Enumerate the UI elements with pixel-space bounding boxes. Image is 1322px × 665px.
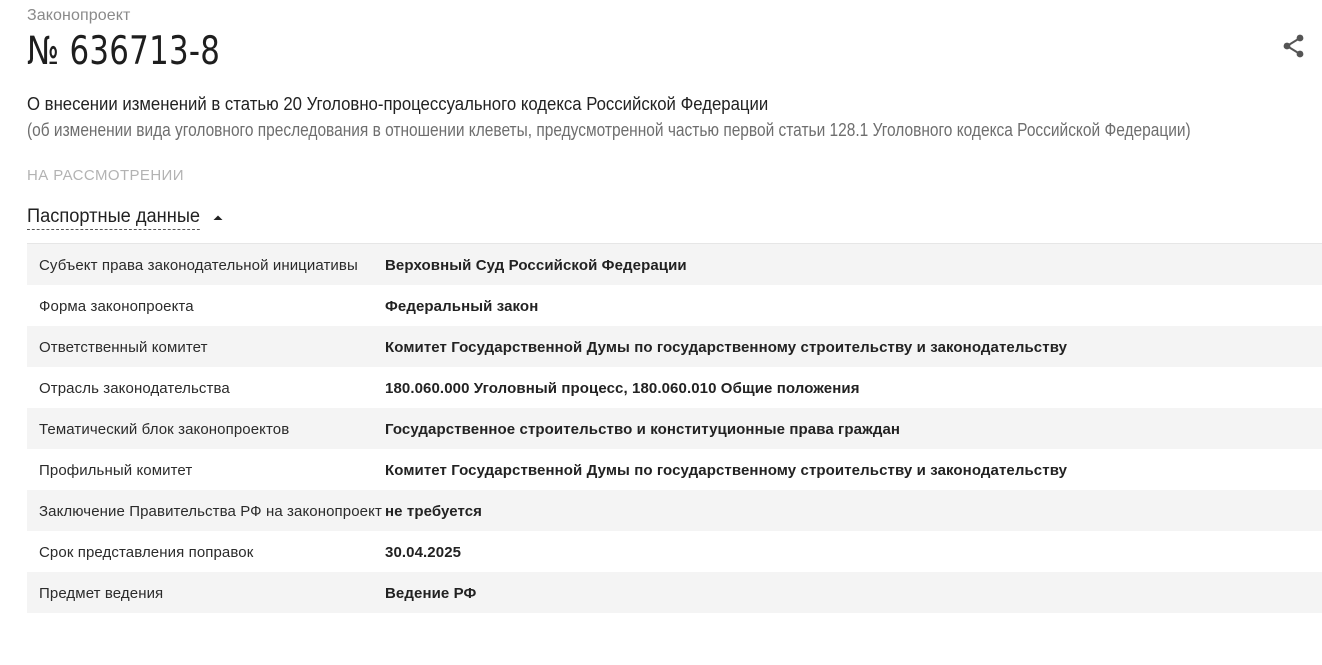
bill-subtitle: (об изменении вида уголовного преследова…	[27, 120, 1191, 140]
row-key: Срок представления поправок	[39, 544, 254, 561]
table-row: Отрасль законодательства 180.060.000 Уго…	[27, 367, 1322, 408]
table-row: Профильный комитет Комитет Государственн…	[27, 449, 1322, 490]
row-key: Отрасль законодательства	[39, 380, 230, 397]
row-value: Верховный Суд Российской Федерации	[385, 257, 687, 274]
row-value: Комитет Государственной Думы по государс…	[385, 462, 1068, 479]
bill-title: О внесении изменений в статью 20 Уголовн…	[27, 94, 769, 114]
row-value: 180.060.000 Уголовный процесс, 180.060.0…	[385, 380, 860, 397]
passport-data-toggle[interactable]: Паспортные данные	[27, 206, 225, 230]
bill-number-title: № 636713-8	[27, 29, 221, 74]
table-row: Форма законопроекта Федеральный закон	[27, 285, 1322, 326]
status-badge: НА РАССМОТРЕНИИ	[27, 167, 184, 184]
table-row: Предмет ведения Ведение РФ	[27, 572, 1322, 613]
table-row: Субъект права законодательной инициативы…	[27, 244, 1322, 285]
caret-up-icon	[213, 215, 223, 220]
page-kicker: Законопроект	[27, 7, 131, 24]
passport-table: Субъект права законодательной инициативы…	[27, 243, 1322, 613]
row-key: Предмет ведения	[39, 585, 164, 602]
row-key: Субъект права законодательной инициативы	[39, 257, 358, 274]
row-key: Тематический блок законопроектов	[39, 421, 290, 438]
row-value: Ведение РФ	[385, 585, 477, 602]
table-row: Срок представления поправок 30.04.2025	[27, 531, 1322, 572]
row-key: Заключение Правительства РФ на законопро…	[39, 503, 382, 520]
row-key: Профильный комитет	[39, 462, 193, 479]
table-row: Заключение Правительства РФ на законопро…	[27, 490, 1322, 531]
row-value: Комитет Государственной Думы по государс…	[385, 339, 1068, 356]
table-row: Тематический блок законопроектов Государ…	[27, 408, 1322, 449]
table-row: Ответственный комитет Комитет Государств…	[27, 326, 1322, 367]
row-value: Федеральный закон	[385, 298, 539, 315]
passport-data-label: Паспортные данные	[27, 206, 201, 230]
row-value: не требуется	[385, 503, 483, 520]
row-key: Форма законопроекта	[39, 298, 194, 315]
share-icon[interactable]	[1280, 32, 1308, 60]
row-value: 30.04.2025	[385, 544, 462, 561]
row-key: Ответственный комитет	[39, 339, 208, 356]
bill-page: Законопроект № 636713-8 О внесении измен…	[27, 0, 1322, 665]
row-value: Государственное строительство и конститу…	[385, 421, 901, 438]
